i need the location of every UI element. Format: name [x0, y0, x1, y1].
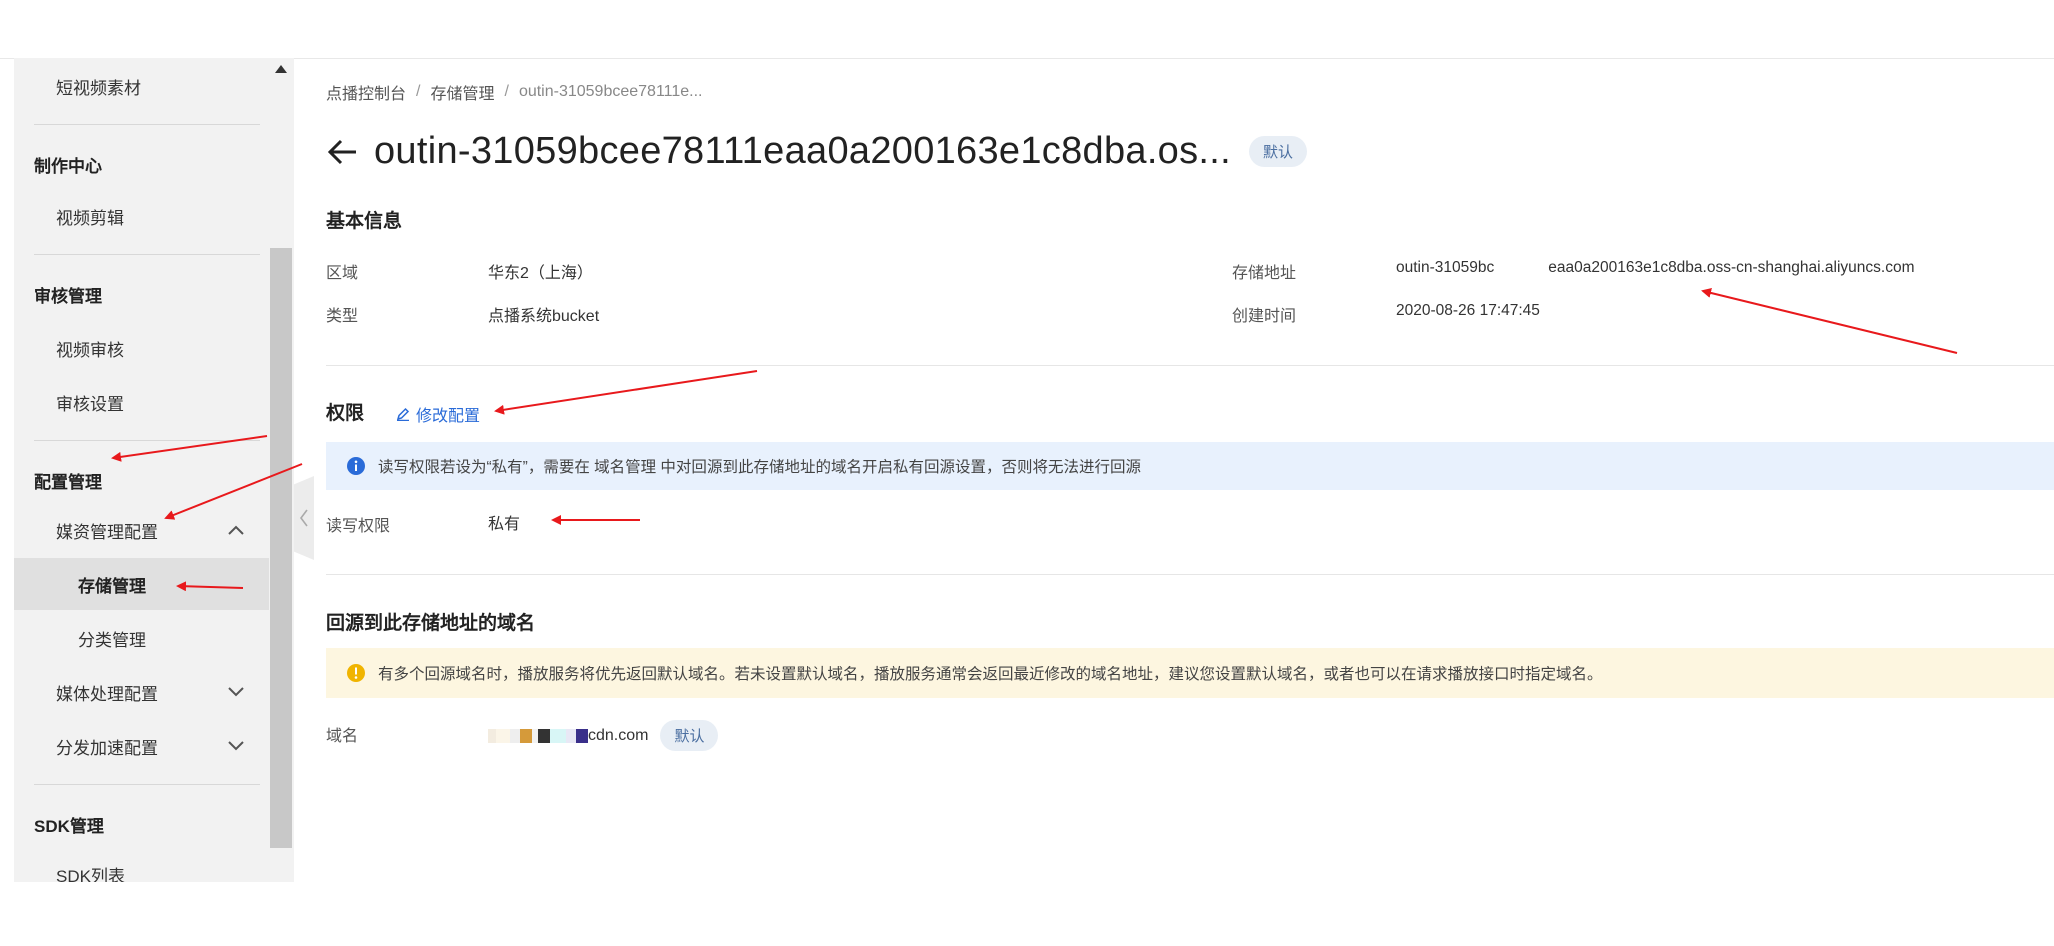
domain-row: cdn.com 默认: [488, 720, 719, 751]
edit-config-label: 修改配置: [416, 408, 481, 425]
sidebar-divider: [34, 124, 260, 125]
warning-icon: [347, 664, 365, 682]
sidebar-item-label: 媒体处理配置: [56, 684, 158, 704]
redacted-block: [538, 728, 550, 743]
domain-label: 域名: [326, 728, 359, 745]
section-title-origin-domains: 回源到此存储地址的域名: [326, 613, 536, 634]
sidebar-divider: [34, 440, 260, 441]
sidebar-group-production: 制作中心: [34, 157, 102, 176]
created-time-value: 2020-08-26 17:47:45: [1396, 302, 1540, 319]
divider: [326, 365, 2054, 366]
breadcrumb-separator: /: [416, 83, 421, 100]
sidebar-item-media-asset-config[interactable]: 媒资管理配置: [14, 504, 269, 556]
storage-address-label: 存储地址: [1232, 265, 1297, 282]
sidebar-group-sdk: SDK管理: [34, 817, 104, 836]
redacted-block: [488, 728, 496, 743]
redacted-block: [510, 728, 520, 743]
sidebar-item-label: 视频审核: [56, 340, 124, 360]
chevron-up-icon: [225, 519, 247, 541]
sidebar-item-label: 分发加速配置: [56, 738, 158, 758]
redacted-block: [566, 728, 576, 743]
breadcrumb-separator: /: [504, 83, 509, 100]
sidebar-divider: [34, 784, 260, 785]
default-badge: 默认: [1249, 136, 1308, 167]
storage-address-value: outin-31059bc eaa0a200163e1c8dba.oss-cn-…: [1396, 259, 1914, 277]
sidebar: 短视频素材 制作中心 视频剪辑 审核管理 视频审核 审核设置 配置管理 媒资管理…: [14, 58, 294, 882]
sidebar-item-video-review[interactable]: 视频审核: [14, 322, 269, 374]
warning-alert-text: 有多个回源域名时，播放服务将优先返回默认域名。若未设置默认域名，播放服务通常会返…: [378, 666, 1603, 683]
section-title-permission: 权限: [326, 403, 365, 424]
storage-address-prefix: outin-31059bc: [1396, 259, 1495, 276]
breadcrumb: 点播控制台 / 存储管理 / outin-31059bcee78111e...: [326, 80, 703, 104]
type-value: 点播系统bucket: [488, 308, 600, 325]
rw-permission-label: 读写权限: [326, 518, 391, 535]
sidebar-group-config: 配置管理: [34, 473, 102, 492]
info-alert-text: 读写权限若设为“私有”，需要在 域名管理 中对回源到此存储地址的域名开启私有回源…: [378, 459, 1141, 476]
sidebar-item-cdn-config[interactable]: 分发加速配置: [14, 720, 269, 772]
sidebar-item-storage-management[interactable]: 存储管理: [14, 558, 269, 610]
sidebar-item-label: 分类管理: [78, 630, 146, 650]
sidebar-item-short-video-assets[interactable]: 短视频素材: [14, 60, 269, 112]
sidebar-item-label: 短视频素材: [56, 78, 141, 98]
sidebar-item-label: 视频剪辑: [56, 208, 124, 228]
sidebar-item-label: SDK列表: [56, 866, 125, 883]
sidebar-item-review-settings[interactable]: 审核设置: [14, 376, 269, 428]
domain-value-suffix: cdn.com: [588, 726, 649, 744]
redacted-block: [550, 728, 566, 743]
edit-icon: [396, 407, 410, 421]
redacted-block: [576, 728, 588, 743]
region-label: 区域: [326, 265, 359, 282]
breadcrumb-current: outin-31059bcee78111e...: [518, 83, 703, 100]
sidebar-item-label: 存储管理: [78, 576, 146, 596]
chevron-down-icon: [225, 681, 247, 703]
storage-address-suffix: eaa0a200163e1c8dba.oss-cn-shanghai.aliyu…: [1548, 259, 1915, 276]
info-alert: 读写权限若设为“私有”，需要在 域名管理 中对回源到此存储地址的域名开启私有回源…: [326, 442, 2054, 490]
sidebar-scrollbar[interactable]: [270, 248, 292, 848]
breadcrumb-link-storage[interactable]: 存储管理: [430, 80, 494, 104]
page-title: outin-31059bcee78111eaa0a200163e1c8dba.o…: [374, 130, 1231, 172]
redacted-block: [520, 728, 532, 743]
sidebar-item-category-management[interactable]: 分类管理: [14, 612, 269, 664]
scroll-up-icon[interactable]: [272, 62, 290, 76]
region-value: 华东2（上海）: [488, 265, 593, 282]
collapse-left-icon[interactable]: [294, 476, 314, 560]
sidebar-item-label: 审核设置: [56, 394, 124, 414]
edit-config-link[interactable]: 修改配置: [396, 402, 480, 426]
redacted-block: [1494, 259, 1548, 277]
warning-alert: 有多个回源域名时，播放服务将优先返回默认域名。若未设置默认域名，播放服务通常会返…: [326, 648, 2054, 698]
title-row: outin-31059bcee78111eaa0a200163e1c8dba.o…: [326, 130, 1308, 173]
type-label: 类型: [326, 308, 359, 325]
divider: [326, 574, 2054, 575]
sidebar-group-review: 审核管理: [34, 287, 102, 306]
domain-default-badge: 默认: [660, 720, 719, 751]
breadcrumb-link-vod-console[interactable]: 点播控制台: [326, 80, 406, 104]
sidebar-divider: [34, 254, 260, 255]
sidebar-item-sdk-list[interactable]: SDK列表: [14, 848, 269, 883]
sidebar-item-media-processing-config[interactable]: 媒体处理配置: [14, 666, 269, 718]
sidebar-item-label: 媒资管理配置: [56, 522, 158, 542]
back-arrow-icon[interactable]: [326, 135, 360, 169]
rw-permission-value: 私有: [488, 516, 521, 533]
redacted-block: [496, 728, 510, 743]
info-icon: [347, 457, 365, 475]
created-time-label: 创建时间: [1232, 308, 1297, 325]
chevron-down-icon: [225, 735, 247, 757]
sidebar-item-video-edit[interactable]: 视频剪辑: [14, 190, 269, 242]
section-title-basic-info: 基本信息: [326, 211, 403, 232]
main-content: 点播控制台 / 存储管理 / outin-31059bcee78111e... …: [326, 58, 2054, 882]
